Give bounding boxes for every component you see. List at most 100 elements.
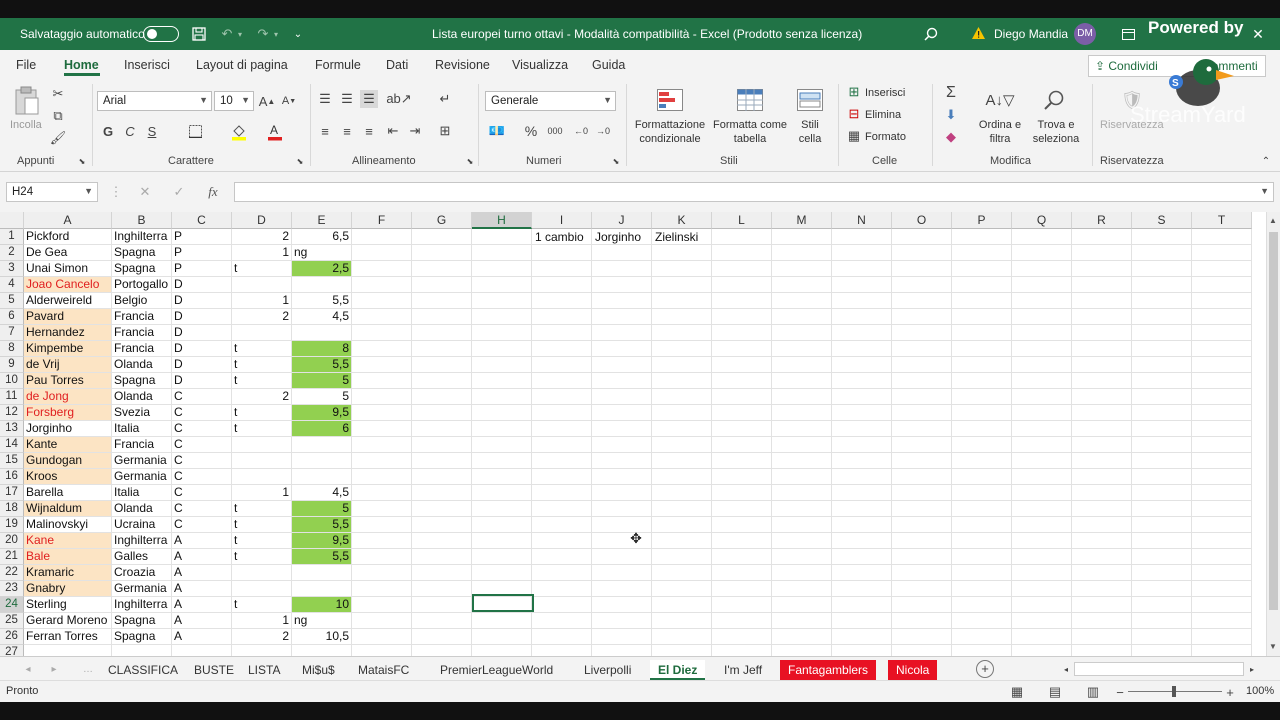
cell-b17[interactable]: Italia	[112, 485, 172, 501]
cell-p25[interactable]	[952, 613, 1012, 629]
paste-label[interactable]: Incolla	[10, 118, 42, 132]
row-header[interactable]: 7	[0, 325, 24, 341]
cell-k21[interactable]	[652, 549, 712, 565]
cell-f10[interactable]	[352, 373, 412, 389]
font-launcher-icon[interactable]: ⬊	[296, 157, 304, 166]
cell-e27[interactable]	[292, 645, 352, 656]
cell-t8[interactable]	[1192, 341, 1252, 357]
cell-m12[interactable]	[772, 405, 832, 421]
cell-a23[interactable]: Gnabry	[24, 581, 112, 597]
cell-r6[interactable]	[1072, 309, 1132, 325]
cell-d24[interactable]: t	[232, 597, 292, 613]
cell-h12[interactable]	[472, 405, 532, 421]
cell-i25[interactable]	[532, 613, 592, 629]
tab-page-layout[interactable]: Layout di pagina	[196, 58, 288, 72]
cell-p7[interactable]	[952, 325, 1012, 341]
cell-q9[interactable]	[1012, 357, 1072, 373]
cell-h19[interactable]	[472, 517, 532, 533]
cell-i10[interactable]	[532, 373, 592, 389]
cell-f20[interactable]	[352, 533, 412, 549]
cell-b24[interactable]: Inghilterra	[112, 597, 172, 613]
row-header[interactable]: 24	[0, 597, 24, 613]
cell-a16[interactable]: Kroos	[24, 469, 112, 485]
cell-g26[interactable]	[412, 629, 472, 645]
cell-s15[interactable]	[1132, 453, 1192, 469]
cell-m21[interactable]	[772, 549, 832, 565]
cell-t24[interactable]	[1192, 597, 1252, 613]
cell-i12[interactable]	[532, 405, 592, 421]
column-header-t[interactable]: T	[1192, 212, 1252, 229]
cell-f21[interactable]	[352, 549, 412, 565]
sheet-tab[interactable]: BUSTE	[186, 660, 242, 680]
row-header[interactable]: 6	[0, 309, 24, 325]
cell-h3[interactable]	[472, 261, 532, 277]
cell-c22[interactable]: A	[172, 565, 232, 581]
cell-q6[interactable]	[1012, 309, 1072, 325]
cell-n27[interactable]	[832, 645, 892, 656]
row-header[interactable]: 3	[0, 261, 24, 277]
cell-o8[interactable]	[892, 341, 952, 357]
cell-g13[interactable]	[412, 421, 472, 437]
cell-f9[interactable]	[352, 357, 412, 373]
cell-d18[interactable]: t	[232, 501, 292, 517]
cell-d23[interactable]	[232, 581, 292, 597]
cell-b16[interactable]: Germania	[112, 469, 172, 485]
cell-q20[interactable]	[1012, 533, 1072, 549]
cell-p14[interactable]	[952, 437, 1012, 453]
column-header-e[interactable]: E	[292, 212, 352, 229]
cell-e10[interactable]: 5	[292, 373, 352, 389]
cell-d12[interactable]: t	[232, 405, 292, 421]
cell-n24[interactable]	[832, 597, 892, 613]
cell-i6[interactable]	[532, 309, 592, 325]
cell-s25[interactable]	[1132, 613, 1192, 629]
cell-o11[interactable]	[892, 389, 952, 405]
cell-l18[interactable]	[712, 501, 772, 517]
cell-j2[interactable]	[592, 245, 652, 261]
sheet-tab[interactable]: Fantagamblers	[780, 660, 877, 680]
cell-i8[interactable]	[532, 341, 592, 357]
cell-n1[interactable]	[832, 229, 892, 245]
cell-q2[interactable]	[1012, 245, 1072, 261]
cell-t7[interactable]	[1192, 325, 1252, 341]
cell-m8[interactable]	[772, 341, 832, 357]
cell-e4[interactable]	[292, 277, 352, 293]
cell-b25[interactable]: Spagna	[112, 613, 172, 629]
sheet-tab[interactable]: El Diez	[650, 660, 706, 680]
conditional-format-icon[interactable]	[656, 86, 684, 114]
cell-n2[interactable]	[832, 245, 892, 261]
align-right-icon[interactable]: ≡	[360, 122, 378, 140]
cell-s22[interactable]	[1132, 565, 1192, 581]
cell-s24[interactable]	[1132, 597, 1192, 613]
cell-e13[interactable]: 6	[292, 421, 352, 437]
thousands-icon[interactable]: 000	[544, 122, 566, 140]
cell-h14[interactable]	[472, 437, 532, 453]
cell-l22[interactable]	[712, 565, 772, 581]
cell-q11[interactable]	[1012, 389, 1072, 405]
cell-h7[interactable]	[472, 325, 532, 341]
cell-g17[interactable]	[412, 485, 472, 501]
cell-s17[interactable]	[1132, 485, 1192, 501]
cell-s20[interactable]	[1132, 533, 1192, 549]
format-painter-icon[interactable]: 🖌	[50, 130, 67, 146]
cell-f18[interactable]	[352, 501, 412, 517]
cell-d19[interactable]: t	[232, 517, 292, 533]
delete-cells-button[interactable]: Elimina	[865, 108, 901, 122]
cell-c3[interactable]: P	[172, 261, 232, 277]
cell-k23[interactable]	[652, 581, 712, 597]
cell-q14[interactable]	[1012, 437, 1072, 453]
cell-s26[interactable]	[1132, 629, 1192, 645]
cell-k1[interactable]: Zielinski	[653, 230, 700, 246]
cell-n11[interactable]	[832, 389, 892, 405]
cell-d13[interactable]: t	[232, 421, 292, 437]
cell-m9[interactable]	[772, 357, 832, 373]
tab-data[interactable]: Dati	[386, 58, 408, 72]
cell-m13[interactable]	[772, 421, 832, 437]
cell-t20[interactable]	[1192, 533, 1252, 549]
cell-k13[interactable]	[652, 421, 712, 437]
cell-t5[interactable]	[1192, 293, 1252, 309]
tab-insert[interactable]: Inserisci	[124, 58, 170, 72]
cell-j15[interactable]	[592, 453, 652, 469]
formula-input[interactable]: ▼	[234, 182, 1274, 202]
cell-c14[interactable]: C	[172, 437, 232, 453]
cell-h26[interactable]	[472, 629, 532, 645]
